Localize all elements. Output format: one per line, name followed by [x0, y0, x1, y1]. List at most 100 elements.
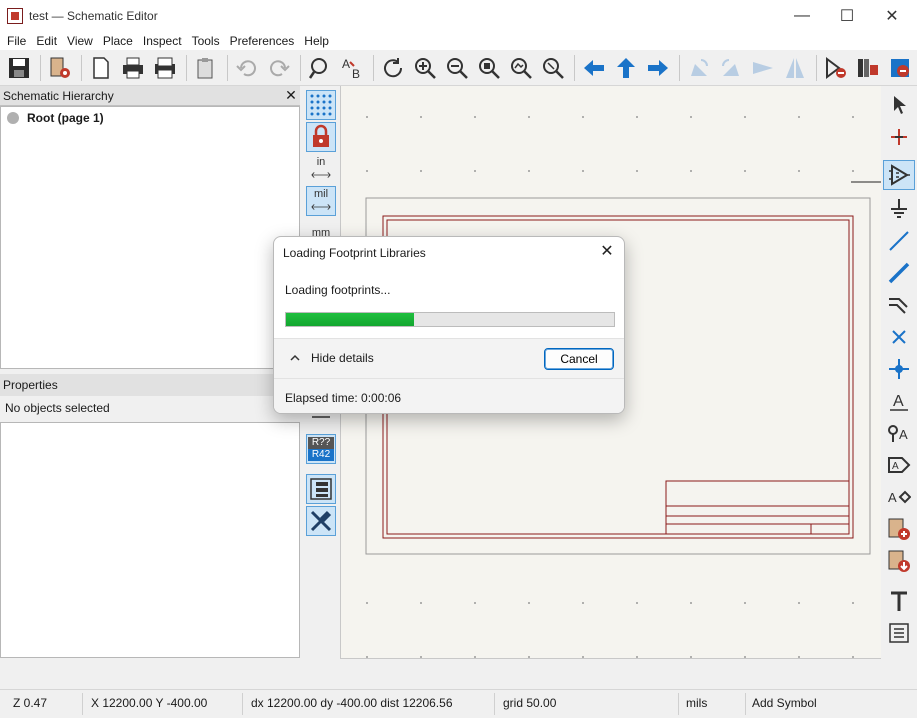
menu-preferences[interactable]: Preferences — [225, 32, 300, 50]
mirror-horizontal-icon[interactable] — [780, 53, 810, 83]
plot-icon[interactable] — [150, 53, 180, 83]
annotate-label-bottom: R42 — [308, 449, 334, 461]
save-icon[interactable] — [4, 53, 34, 83]
menu-place[interactable]: Place — [98, 32, 138, 50]
units-mils-label: mil — [313, 187, 329, 200]
refresh-icon[interactable] — [378, 53, 408, 83]
app-icon — [7, 8, 23, 24]
status-separator — [82, 693, 83, 715]
status-separator — [494, 693, 495, 715]
units-inches-button[interactable]: in — [306, 154, 336, 184]
add-text-icon[interactable] — [883, 586, 915, 616]
progress-bar-fill — [286, 313, 414, 326]
rotate-ccw-icon[interactable] — [684, 53, 714, 83]
zoom-selection-icon[interactable] — [538, 53, 568, 83]
toolbar-separator — [81, 54, 82, 81]
grid-lock-icon[interactable] — [306, 122, 336, 152]
symbol-library-icon[interactable] — [853, 53, 883, 83]
toolbar-separator — [816, 54, 817, 81]
hierarchy-close-button[interactable]: ✕ — [282, 87, 300, 104]
toolbar-separator — [300, 54, 301, 81]
footprint-assign-icon[interactable] — [885, 53, 915, 83]
add-no-connect-icon[interactable] — [883, 322, 915, 352]
cancel-button[interactable]: Cancel — [544, 348, 614, 370]
status-zoom: Z 0.47 — [13, 696, 48, 710]
import-sheet-pin-icon[interactable] — [883, 546, 915, 576]
status-separator — [242, 693, 243, 715]
dialog-close-button[interactable]: ✕ — [598, 243, 616, 261]
schematic-setup-icon[interactable] — [45, 53, 75, 83]
add-wire-icon[interactable] — [883, 226, 915, 256]
find-replace-icon[interactable]: AB — [337, 53, 367, 83]
elapsed-time: Elapsed time: 0:00:06 — [285, 391, 402, 405]
zoom-in-icon[interactable] — [410, 53, 440, 83]
menu-help[interactable]: Help — [299, 32, 334, 50]
add-global-label-icon[interactable]: A — [883, 450, 915, 480]
menu-bar: File Edit View Place Inspect Tools Prefe… — [0, 32, 917, 50]
elapsed-row: Elapsed time: 0:00:06 — [274, 378, 624, 413]
hierarchy-root-label: Root (page 1) — [27, 111, 104, 125]
toolbar-separator — [186, 54, 187, 81]
hide-details-toggle[interactable]: Hide details — [311, 351, 374, 365]
add-textbox-icon[interactable] — [883, 618, 915, 648]
toolbar-separator — [40, 54, 41, 81]
add-label-icon[interactable]: A — [883, 386, 915, 416]
title-bar: test — Schematic Editor — ☐ ✕ — [0, 0, 917, 32]
details-row: Hide details Cancel — [274, 338, 624, 378]
add-symbol-icon[interactable] — [883, 160, 915, 190]
menu-file[interactable]: File — [2, 32, 31, 50]
erc-icon[interactable] — [821, 53, 851, 83]
add-junction-icon[interactable] — [883, 354, 915, 384]
add-bus-icon[interactable] — [883, 258, 915, 288]
status-separator — [745, 693, 746, 715]
add-bus-entry-icon[interactable] — [883, 290, 915, 320]
paste-icon[interactable] — [191, 53, 221, 83]
add-sheet-icon[interactable] — [883, 514, 915, 544]
progress-bar — [285, 312, 615, 327]
maximize-button[interactable]: ☐ — [824, 0, 870, 32]
add-power-icon[interactable] — [883, 194, 915, 224]
properties-grid — [0, 422, 300, 658]
find-icon[interactable] — [305, 53, 335, 83]
svg-text:A: A — [888, 490, 897, 505]
chevron-up-icon[interactable] — [288, 351, 302, 365]
menu-edit[interactable]: Edit — [31, 32, 62, 50]
navigate-up-icon[interactable] — [611, 53, 641, 83]
dialog-message: Loading footprints... — [285, 283, 391, 297]
close-window-button[interactable]: ✕ — [869, 0, 915, 32]
svg-text:A: A — [893, 393, 904, 410]
redo-icon[interactable] — [264, 53, 294, 83]
hierarchy-navigator-icon[interactable] — [306, 474, 336, 504]
select-tool-icon[interactable] — [883, 90, 915, 120]
annotate-icon[interactable]: R?? R42 — [306, 434, 336, 464]
zoom-out-icon[interactable] — [442, 53, 472, 83]
hierarchy-panel-title: Schematic Hierarchy — [3, 88, 114, 103]
mirror-vertical-icon[interactable] — [748, 53, 778, 83]
grid-toggle-icon[interactable] — [306, 90, 336, 120]
add-hierarchical-label-icon[interactable]: A — [883, 482, 915, 512]
menu-view[interactable]: View — [62, 32, 98, 50]
rotate-cw-icon[interactable] — [716, 53, 746, 83]
minimize-button[interactable]: — — [779, 0, 825, 32]
zoom-objects-icon[interactable] — [506, 53, 536, 83]
undo-icon[interactable] — [232, 53, 262, 83]
tools-icon[interactable] — [306, 506, 336, 536]
units-mils-button[interactable]: mil — [306, 186, 336, 216]
hierarchy-panel-header: Schematic Hierarchy ✕ — [0, 86, 300, 106]
menu-inspect[interactable]: Inspect — [138, 32, 187, 50]
properties-status-text: No objects selected — [5, 401, 110, 415]
menu-tools[interactable]: Tools — [187, 32, 225, 50]
page-settings-icon[interactable] — [86, 53, 116, 83]
status-units: mils — [686, 696, 708, 710]
add-net-class-icon[interactable]: A — [883, 418, 915, 448]
status-mode: Add Symbol — [752, 696, 817, 710]
toolbar-separator — [227, 54, 228, 81]
print-icon[interactable] — [118, 53, 148, 83]
zoom-fit-icon[interactable] — [474, 53, 504, 83]
hierarchy-root-item[interactable]: Root (page 1) — [7, 111, 299, 125]
navigate-forward-icon[interactable] — [643, 53, 673, 83]
properties-status: No objects selected — [0, 396, 300, 420]
hierarchy-tree: Root (page 1) — [0, 106, 300, 369]
highlight-net-icon[interactable] — [883, 122, 915, 152]
navigate-back-icon[interactable] — [579, 53, 609, 83]
